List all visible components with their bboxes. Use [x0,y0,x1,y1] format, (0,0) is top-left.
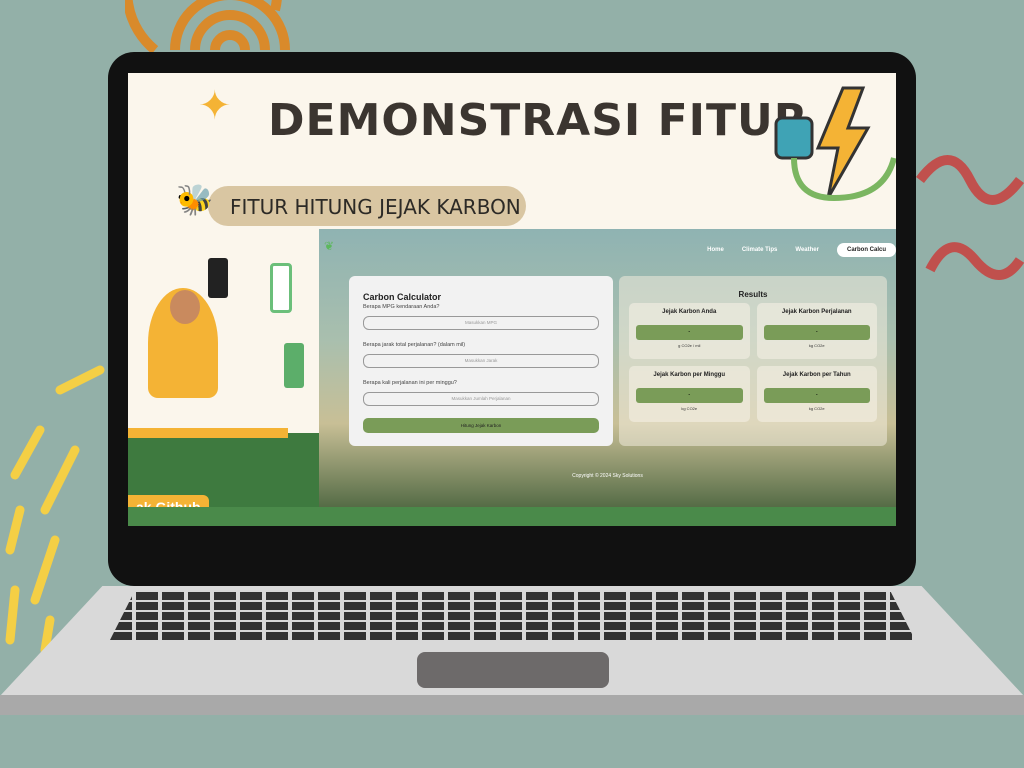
result-value: - [636,325,743,340]
result-value: - [636,388,743,403]
squiggle-decoration [916,155,1024,280]
result-unit: g CO2e / mil [678,343,701,348]
web-app-screenshot: ❦ Home Climate Tips Weather Carbon Calcu… [319,229,896,507]
result-title: Jejak Karbon Anda [662,309,717,315]
distance-label: Berapa jarak total perjalanan? (dalam mi… [363,342,466,348]
mpg-label: Berapa MPG kendaraan Anda? [363,304,440,310]
nav-weather[interactable]: Weather [795,247,819,253]
result-title: Jejak Karbon per Minggu [653,372,726,378]
nav-carbon-calculator[interactable]: Carbon Calcu [836,243,896,257]
result-value: - [763,388,870,403]
touchpad [417,652,609,688]
laptop-base-edge [0,695,1024,715]
trips-label: Berapa kali perjalanan ini per minggu? [363,380,457,386]
result-card: Jejak Karbon Perjalanan - kg CO2e [756,303,877,359]
result-value: - [763,325,870,340]
result-unit: kg CO2e [808,406,825,411]
result-title: Jejak Karbon per Tahun [782,372,851,378]
result-card: Jejak Karbon per Minggu - kg CO2e [629,366,750,422]
illustration-woman-devices [128,228,319,526]
nav-bar: Home Climate Tips Weather Carbon Calcu [707,243,896,257]
nav-home[interactable]: Home [707,247,724,253]
nav-climate-tips[interactable]: Climate Tips [742,247,778,253]
calculator-title: Carbon Calculator [363,292,442,302]
mpg-input[interactable]: Masukkan MPG [363,316,599,330]
results-panel: Results Jejak Karbon Anda - g CO2e / mil J… [619,276,887,446]
result-unit: kg CO2e [808,343,825,348]
sparkle-icon: ✦ [198,84,232,128]
bee-icon: 🐝 [176,184,214,217]
plug-lightning-icon [774,86,896,202]
spiral-decoration [125,0,290,54]
result-title: Jejak Karbon Perjalanan [781,309,852,315]
carbon-calculator-form: Carbon Calculator Berapa MPG kendaraan A… [349,276,613,446]
leaf-logo-icon: ❦ [324,239,335,253]
result-unit: kg CO2e [681,406,698,411]
distance-input[interactable]: Masukkan Jarak [363,354,599,368]
laptop-screen: DEMONSTRASI FITUR ✦ FITUR HITUNG JEJAK K… [128,73,896,526]
slide-subtitle: FITUR HITUNG JEJAK KARBON [208,186,526,226]
trips-input[interactable]: Masukkan Jumlah Perjalanan [363,392,599,406]
calculate-button[interactable]: Hitung Jejak Karbon [363,418,599,433]
results-title: Results [738,290,768,299]
keyboard [110,592,915,640]
footer-copyright: Copyright © 2024 Sky Solutions [572,473,643,479]
result-card: Jejak Karbon per Tahun - kg CO2e [756,366,877,422]
slide-title: DEMONSTRASI FITUR [268,95,809,146]
result-card: Jejak Karbon Anda - g CO2e / mil [629,303,750,359]
